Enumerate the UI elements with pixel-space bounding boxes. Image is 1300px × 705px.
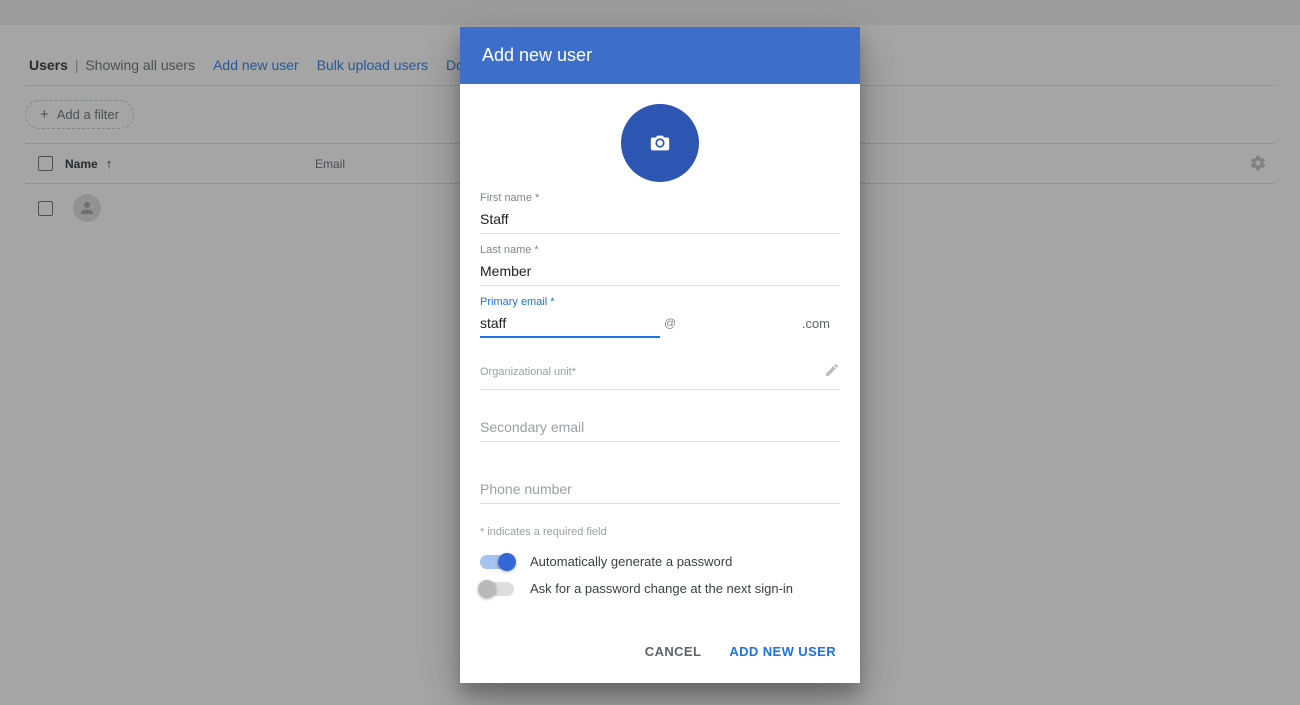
secondary-email-input[interactable] [480,414,840,442]
first-name-input[interactable] [480,206,840,234]
last-name-input[interactable] [480,258,840,286]
pencil-icon[interactable] [824,362,840,381]
last-name-label: Last name * [480,244,840,256]
org-unit-field[interactable]: Organizational unit* [480,348,840,390]
org-unit-label: Organizational unit* [480,366,576,378]
toggle-ask-change-row: Ask for a password change at the next si… [480,581,840,596]
required-note: * indicates a required field [480,526,840,538]
phone-field [480,476,840,504]
first-name-label: First name * [480,192,840,204]
first-name-field: First name * [480,192,840,234]
phone-input[interactable] [480,476,840,504]
toggle-auto-password[interactable] [480,555,514,569]
email-domain-suffix: .com [802,316,840,338]
camera-icon [649,132,671,154]
modal-title: Add new user [460,27,860,84]
upload-photo-button[interactable] [621,104,699,182]
modal-actions: CANCEL ADD NEW USER [460,624,860,683]
modal-body: First name * Last name * Primary email *… [460,84,860,624]
toggle-ask-change[interactable] [480,582,514,596]
toggle-auto-password-label: Automatically generate a password [530,554,732,569]
primary-email-label: Primary email * [480,296,840,308]
primary-email-input[interactable] [480,310,660,338]
add-user-modal: Add new user First name * Last name * Pr… [460,27,860,683]
last-name-field: Last name * [480,244,840,286]
cancel-button[interactable]: CANCEL [641,638,706,665]
primary-email-field: Primary email * @ .com [480,296,840,338]
secondary-email-field [480,414,840,442]
add-new-user-button[interactable]: ADD NEW USER [725,638,840,665]
email-at-symbol: @ [664,316,676,338]
toggle-ask-change-label: Ask for a password change at the next si… [530,581,793,596]
toggle-auto-password-row: Automatically generate a password [480,554,840,569]
